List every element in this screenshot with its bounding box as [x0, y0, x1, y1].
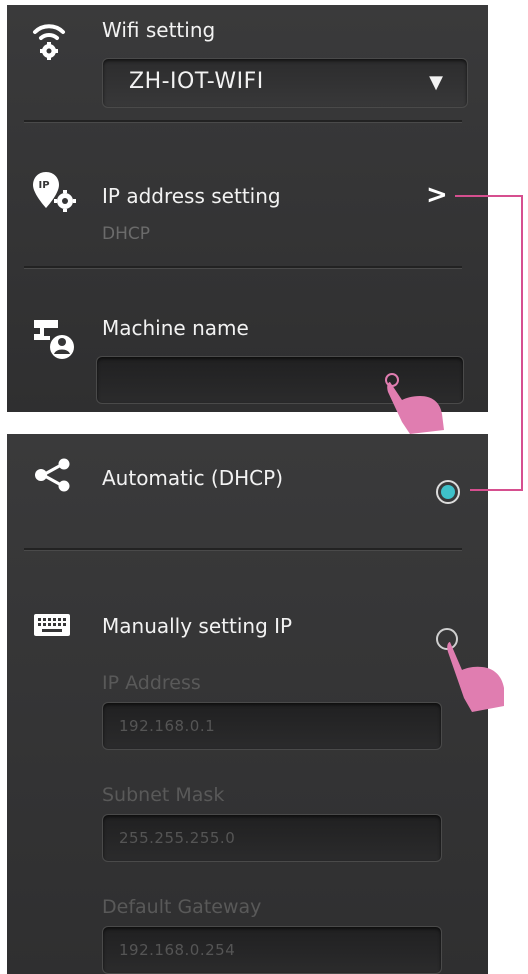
divider	[24, 120, 462, 123]
ip-address-setting-label[interactable]: IP address setting	[102, 184, 281, 208]
pointer-hand-icon	[385, 373, 444, 434]
dropdown-arrow-icon: ▼	[429, 72, 443, 93]
svg-text:IP: IP	[39, 180, 50, 191]
ip-address-label: IP Address	[102, 672, 201, 694]
wifi-setting-label: Wifi setting	[102, 18, 216, 42]
wifi-network-value: ZH-IOT-WIFI	[129, 69, 264, 94]
radio-selected-dot	[441, 485, 455, 499]
wifi-gear-icon	[33, 24, 65, 60]
divider	[24, 548, 462, 551]
default-gateway-value: 192.168.0.254	[119, 941, 236, 959]
subnet-mask-input[interactable]: 255.255.255.0	[102, 814, 442, 862]
default-gateway-input[interactable]: 192.168.0.254	[102, 926, 442, 974]
wifi-network-dropdown[interactable]: ZH-IOT-WIFI ▼	[102, 58, 468, 108]
subnet-mask-label: Subnet Mask	[102, 784, 225, 806]
pointer-hand-icon	[447, 642, 504, 712]
ip-gear-icon: IP	[33, 172, 76, 212]
chevron-right-icon[interactable]: >	[426, 180, 448, 210]
flow-connector	[521, 195, 523, 491]
manual-ip-label[interactable]: Manually setting IP	[102, 614, 292, 638]
ip-address-input[interactable]: 192.168.0.1	[102, 702, 442, 750]
default-gateway-label: Default Gateway	[102, 896, 262, 918]
subnet-mask-value: 255.255.255.0	[119, 829, 236, 847]
automatic-dhcp-radio[interactable]	[436, 480, 460, 504]
flow-connector	[470, 489, 523, 491]
machine-name-label: Machine name	[102, 316, 249, 340]
keyboard-icon	[34, 614, 70, 636]
divider	[24, 266, 462, 269]
machine-user-icon	[34, 320, 74, 359]
automatic-dhcp-label[interactable]: Automatic (DHCP)	[102, 466, 283, 490]
ip-address-value: 192.168.0.1	[119, 717, 216, 735]
ip-mode-value: DHCP	[102, 224, 150, 244]
share-icon	[35, 458, 70, 492]
flow-connector	[455, 195, 523, 197]
